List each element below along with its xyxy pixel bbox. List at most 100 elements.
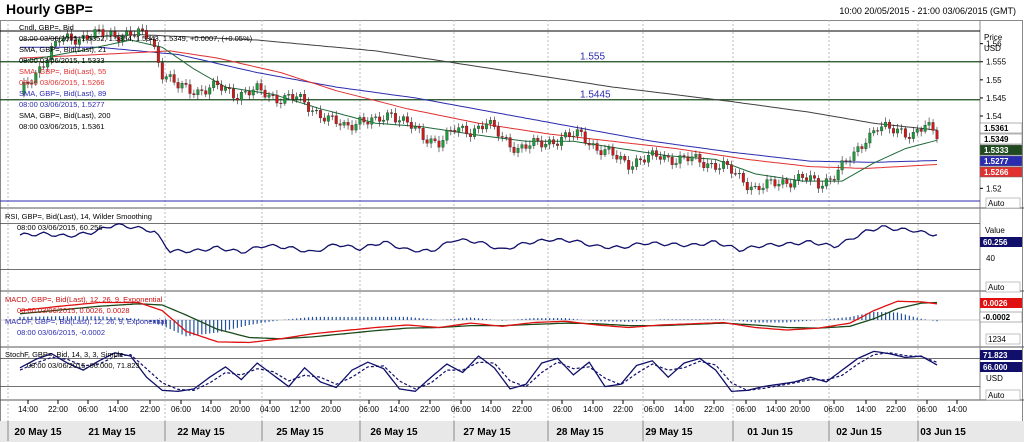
candle-body (860, 146, 864, 149)
candle-body (777, 184, 781, 187)
candle-body (710, 163, 714, 165)
candle-body (524, 144, 528, 149)
candle-body (279, 102, 283, 104)
candle-body (204, 90, 208, 95)
candle-body (453, 130, 457, 133)
candle-body (512, 146, 516, 153)
macdf-legend-line: MACDF, GBP=, Bid(Last), 12, 26, 9, Expon… (5, 317, 166, 326)
candle-body (643, 159, 646, 163)
candle-body (461, 125, 465, 128)
stoch-last-value-text: 71.823 (983, 351, 1008, 360)
price-tick-label: 1.56 (986, 40, 1002, 49)
candle-body (192, 93, 196, 96)
rsi-axis-header: Value (985, 226, 1005, 235)
day-label: 03 Jun 15 (920, 427, 966, 438)
candle-body (532, 138, 536, 146)
day-label: 29 May 15 (645, 427, 693, 438)
day-label: 27 May 15 (463, 427, 511, 438)
price-legend-line: 08:00 03/06/2015, 1.5266 (19, 78, 105, 87)
candle-body (678, 155, 682, 164)
candle-body (828, 178, 832, 180)
candle-body (334, 115, 338, 124)
candle-body (394, 113, 397, 123)
price-tick-label: 1.52 (986, 184, 1002, 193)
candle-body (654, 150, 658, 157)
candle-body (156, 46, 160, 63)
candle-body (575, 129, 579, 137)
hour-tick-label: 14:00 (674, 405, 695, 414)
candle-body (263, 89, 267, 98)
chart-canvas[interactable]: 1.555 1.5445 Cndl, GBP=, Bid 08:00 03/06/20… (0, 0, 1024, 442)
candle-body (303, 94, 307, 103)
candle-body (417, 125, 421, 129)
candle-body (753, 186, 757, 188)
candle-body (370, 117, 374, 125)
candle-body (603, 149, 607, 156)
candle-body (658, 156, 662, 160)
hour-tick-label: 22:00 (613, 405, 634, 414)
candle-body (469, 133, 473, 137)
price-legend-line: Cndl, GBP=, Bid (19, 23, 74, 32)
candle-body (781, 179, 785, 185)
hour-tick-label: 20:00 (790, 405, 811, 414)
candle-body (627, 159, 631, 170)
candle-body (255, 83, 259, 91)
candle-body (338, 123, 342, 126)
candle-body (445, 130, 449, 141)
hour-tick-label: 22:00 (420, 405, 441, 414)
candle-body (346, 122, 350, 126)
price-legend-line: 08:00 03/06/2015, 1.5361 (19, 122, 105, 131)
candle-body (220, 84, 224, 91)
candle-body (686, 156, 690, 162)
candle-body (836, 169, 840, 180)
candle-body (548, 139, 552, 145)
candle-body (508, 137, 512, 148)
candle-body (761, 187, 765, 191)
candle-body (271, 94, 275, 96)
sma-89-line (20, 46, 938, 163)
candle-body (927, 122, 931, 126)
auto-button-text: Auto (988, 199, 1005, 208)
candle-body (97, 29, 101, 31)
candle-body (809, 175, 812, 181)
stoch-k-line (19, 350, 938, 392)
candle-body (287, 93, 291, 96)
candle-body (567, 132, 571, 138)
candle-body (421, 128, 425, 140)
candle-body (623, 156, 627, 161)
hour-tick-label: 14:00 (583, 405, 604, 414)
price-legend-line: 08:00 03/06/2015, 1.5277 (19, 100, 105, 109)
hour-tick-label: 14:00 (856, 405, 877, 414)
hour-tick-label: 20:00 (230, 405, 251, 414)
candle-body (291, 93, 295, 100)
candle-body (358, 117, 362, 125)
hour-tick-label: 06:00 (451, 405, 472, 414)
candle-body (540, 140, 544, 148)
rsi-panel: RSI, GBP=, Bid(Last), 14, Wilder Smoothi… (0, 212, 1022, 293)
candle-body (832, 179, 836, 181)
candle-body (923, 124, 927, 132)
candle-body (141, 28, 144, 31)
candle-body (615, 155, 619, 160)
rsi-line (19, 223, 938, 254)
rsi-last-value-text: 60.256 (983, 238, 1008, 247)
hour-tick-label: 22:00 (704, 405, 725, 414)
candle-body (773, 179, 777, 187)
candle-body (730, 164, 733, 174)
candle-body (314, 110, 318, 112)
candle-body (852, 151, 856, 161)
candle-body (382, 119, 386, 122)
candle-body (599, 150, 603, 156)
candle-body (457, 127, 461, 133)
stoch-axis-unit: USD (986, 374, 1003, 383)
candle-body (935, 130, 939, 140)
candle-body (765, 179, 769, 189)
candle-body (635, 158, 639, 167)
hour-tick-label: 20:00 (321, 405, 342, 414)
candle-body (907, 137, 911, 139)
candle-body (307, 102, 310, 112)
hour-tick-label: 06:00 (552, 405, 573, 414)
candle-body (718, 168, 722, 170)
macd-legend-line: 08:00 03/06/2015, 0.0026, 0.0028 (17, 306, 130, 315)
candle-body (413, 125, 417, 129)
